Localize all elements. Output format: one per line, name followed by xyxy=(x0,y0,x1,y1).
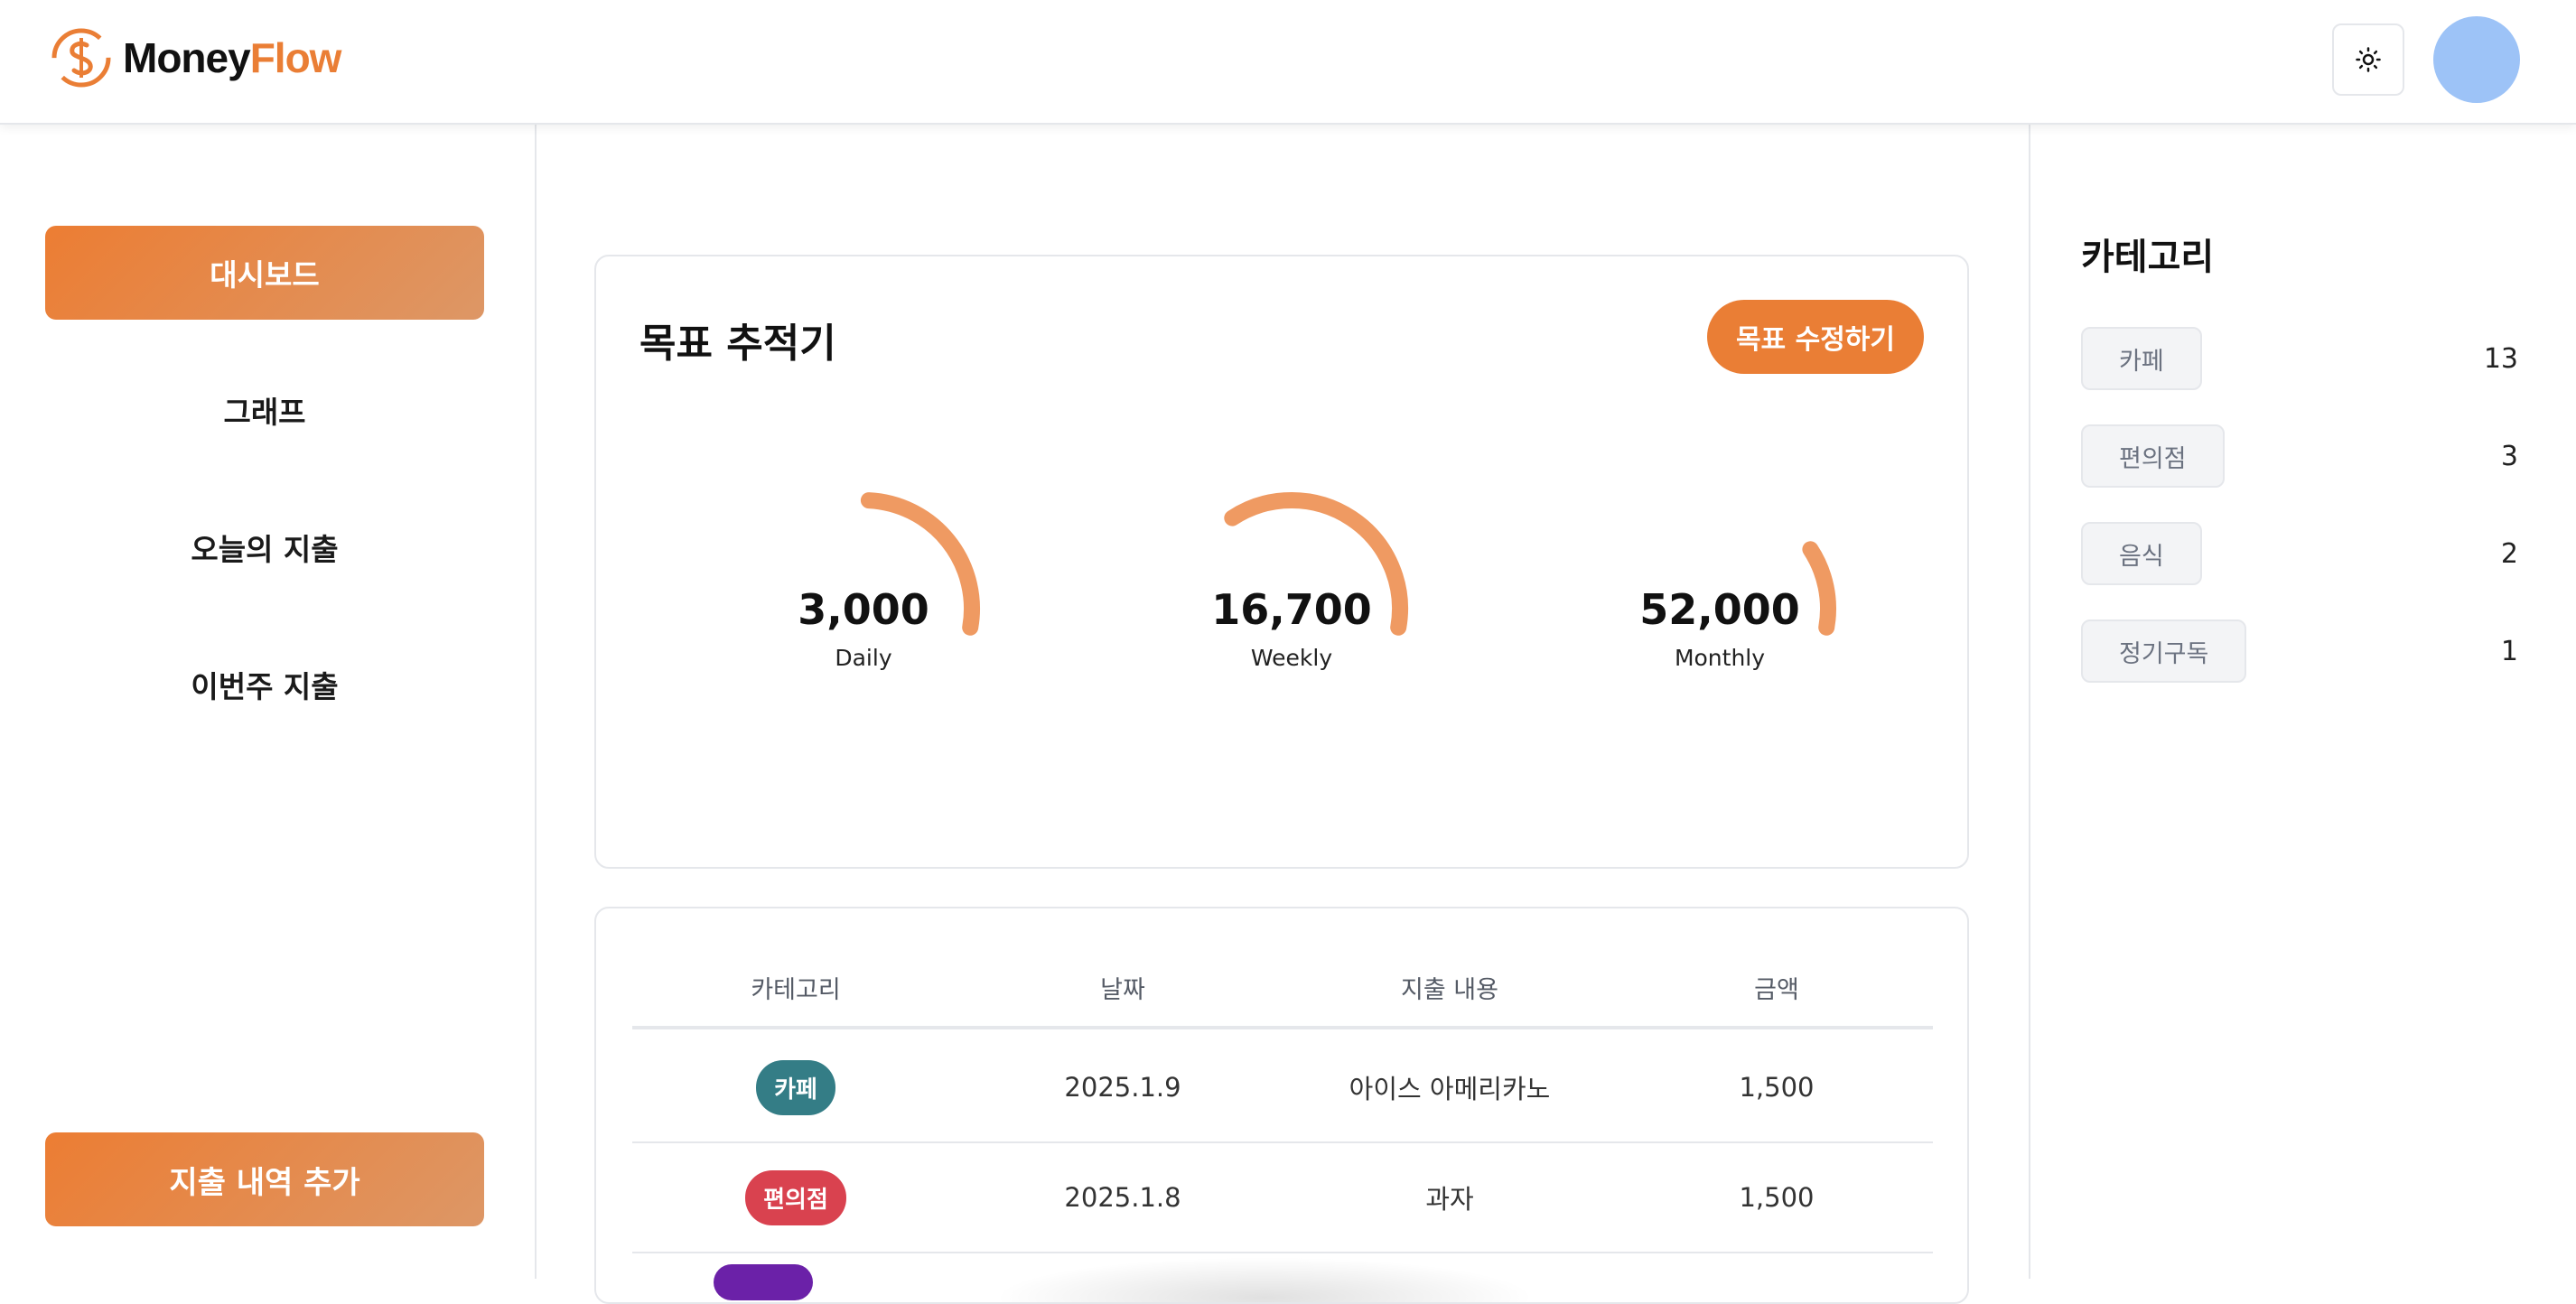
column-header-amount[interactable]: 금액 xyxy=(1613,970,1940,1005)
add-expense-button[interactable]: 지출 내역 추가 xyxy=(45,1132,484,1226)
cell-date: 2025.1.8 xyxy=(1064,1182,1181,1213)
category-item-subscription[interactable]: 정기구독 1 xyxy=(2081,619,2518,683)
add-expense-label: 지출 내역 추가 xyxy=(169,1164,360,1201)
category-item-cafe[interactable]: 카페 13 xyxy=(2081,327,2518,390)
gauge-weekly: 16,700 Weekly xyxy=(1174,455,1445,708)
category-chip[interactable]: 정기구독 xyxy=(2081,619,2247,683)
cell-description: 과자 xyxy=(1425,1184,1474,1215)
cell-date: 2025.1.9 xyxy=(1064,1072,1181,1103)
gauge-daily: 3,000 Daily xyxy=(746,455,1017,708)
sun-icon xyxy=(2356,47,2381,72)
category-count: 13 xyxy=(2483,342,2518,375)
category-chip[interactable]: 카페 xyxy=(2081,327,2202,390)
scroll-fade xyxy=(994,1257,1535,1302)
gauge-monthly-value: 52,000 xyxy=(1639,585,1800,634)
cell-description: 아이스 아메리카노 xyxy=(1349,1074,1551,1104)
table-header: 카테고리 날짜 지출 내용 금액 xyxy=(632,963,1933,1029)
gauge-daily-value: 3,000 xyxy=(798,585,929,634)
top-header: MoneyFlow xyxy=(0,0,2576,125)
theme-toggle-button[interactable] xyxy=(2332,23,2404,96)
goal-tracker-title: 목표 추적기 xyxy=(639,321,836,367)
sidebar-item-label: 오늘의 지출 xyxy=(191,532,339,567)
sidebar-item-dashboard[interactable]: 대시보드 xyxy=(45,226,484,320)
category-count: 1 xyxy=(2500,635,2518,667)
category-badge-partial xyxy=(714,1264,813,1300)
category-count: 3 xyxy=(2500,440,2518,472)
category-chip[interactable]: 음식 xyxy=(2081,522,2202,585)
table-row[interactable]: 편의점 2025.1.8 과자 1,500 xyxy=(632,1143,1933,1253)
cell-category: 편의점 xyxy=(632,1143,959,1252)
table-row[interactable]: 카페 2025.1.9 아이스 아메리카노 1,500 xyxy=(632,1033,1933,1143)
cell-amount: 1,500 xyxy=(1739,1182,1815,1213)
category-panel: 카테고리 카페 13 편의점 3 음식 2 정기구독 1 xyxy=(2029,125,2576,1279)
column-header-description[interactable]: 지출 내용 xyxy=(1286,970,1613,1005)
sidebar-item-label: 그래프 xyxy=(223,395,306,430)
gauge-monthly-label: Monthly xyxy=(1674,645,1766,671)
sidebar-item-label: 대시보드 xyxy=(210,257,320,293)
cell-amount: 1,500 xyxy=(1739,1072,1815,1103)
edit-goal-button[interactable]: 목표 수정하기 xyxy=(1706,300,1924,374)
cell-category: 카페 xyxy=(632,1033,959,1141)
gauge-daily-label: Daily xyxy=(835,645,892,671)
logo-text-money: Money xyxy=(123,34,251,81)
category-item-convenience-store[interactable]: 편의점 3 xyxy=(2081,424,2518,488)
category-item-food[interactable]: 음식 2 xyxy=(2081,522,2518,585)
sidebar-item-today-expense[interactable]: 오늘의 지출 xyxy=(45,500,484,594)
goal-tracker-card: 목표 추적기 목표 수정하기 3,000 Daily 16,700 Weekly… xyxy=(594,255,1969,869)
category-badge: 카페 xyxy=(756,1059,835,1115)
gauge-monthly: 52,000 Monthly xyxy=(1602,455,1873,708)
sidebar-item-graph[interactable]: 그래프 xyxy=(45,363,484,457)
expense-table-card: 카테고리 날짜 지출 내용 금액 카페 2025.1.9 아이스 아메리카노 1… xyxy=(594,907,1969,1304)
sidebar: 대시보드 그래프 오늘의 지출 이번주 지출 지출 내역 추가 xyxy=(0,125,537,1279)
category-count: 2 xyxy=(2500,537,2518,570)
category-chip[interactable]: 편의점 xyxy=(2081,424,2225,488)
gauge-weekly-label: Weekly xyxy=(1250,645,1333,671)
gauge-weekly-value: 16,700 xyxy=(1211,585,1372,634)
logo[interactable]: MoneyFlow xyxy=(47,23,341,92)
sidebar-item-week-expense[interactable]: 이번주 지출 xyxy=(45,638,484,731)
logo-text-flow: Flow xyxy=(249,34,342,81)
money-flow-logo-icon xyxy=(51,28,111,88)
logo-text: MoneyFlow xyxy=(123,33,341,82)
avatar[interactable] xyxy=(2433,16,2520,103)
sidebar-item-label: 이번주 지출 xyxy=(191,669,339,704)
category-panel-title: 카테고리 xyxy=(2081,237,2215,278)
column-header-date[interactable]: 날짜 xyxy=(959,970,1286,1005)
category-badge: 편의점 xyxy=(745,1169,846,1225)
column-header-category[interactable]: 카테고리 xyxy=(632,970,959,1005)
main-content: 목표 추적기 목표 수정하기 3,000 Daily 16,700 Weekly… xyxy=(538,125,2027,1304)
